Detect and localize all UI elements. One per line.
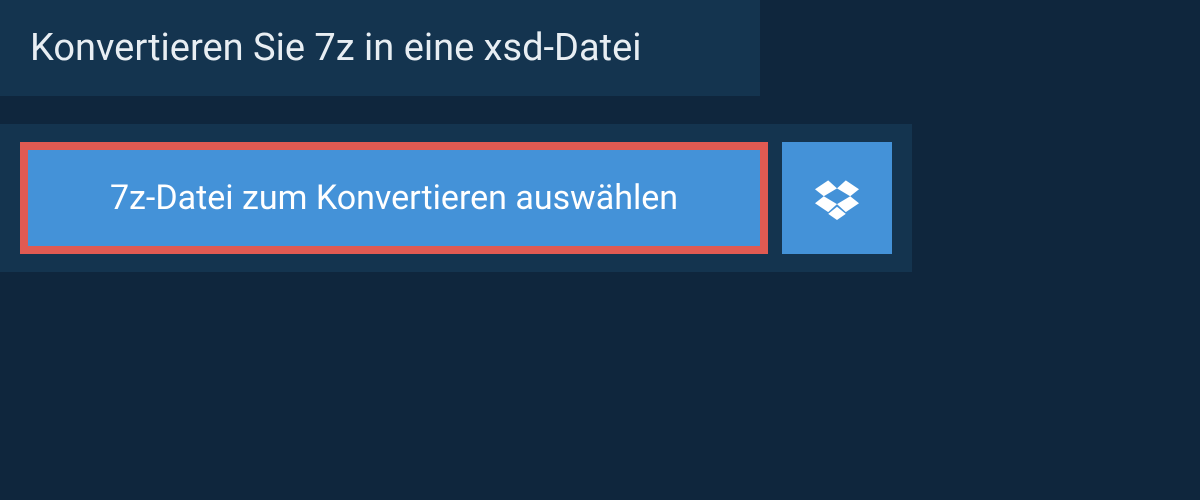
- dropbox-button[interactable]: [782, 142, 892, 254]
- select-file-button[interactable]: 7z-Datei zum Konvertieren auswählen: [20, 142, 768, 254]
- header-bar: Konvertieren Sie 7z in eine xsd-Datei: [0, 0, 760, 96]
- dropbox-icon: [815, 176, 859, 220]
- page-title: Konvertieren Sie 7z in eine xsd-Datei: [30, 26, 730, 70]
- select-file-label: 7z-Datei zum Konvertieren auswählen: [110, 178, 678, 218]
- upload-section: 7z-Datei zum Konvertieren auswählen: [0, 124, 912, 272]
